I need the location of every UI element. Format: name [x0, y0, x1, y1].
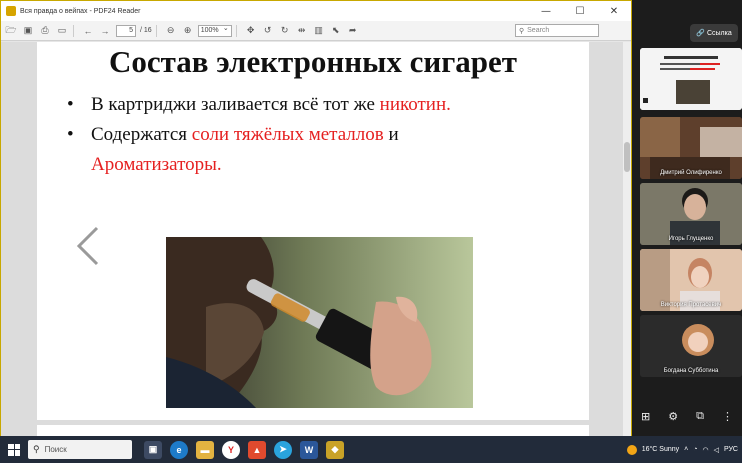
link-icon: 🔗 — [696, 30, 707, 37]
word-icon[interactable]: W — [300, 440, 318, 459]
share-icon[interactable]: ➦ — [346, 24, 360, 38]
minimize-button[interactable]: — — [529, 1, 563, 21]
back-arrow-icon[interactable]: ← — [81, 24, 95, 38]
previous-page-arrow-icon[interactable] — [75, 226, 101, 266]
move-tool-icon[interactable]: ✥ — [244, 24, 258, 38]
zoom-out-icon[interactable]: ⊖ — [164, 24, 178, 38]
bullet-2-continuation: Ароматизаторы. — [91, 154, 222, 175]
rotate-left-icon[interactable]: ↺ — [261, 24, 275, 38]
window-controls: — ☐ ✕ — [529, 1, 631, 21]
weather-text[interactable]: 16°C Sunny — [642, 446, 679, 453]
layout-icon[interactable]: ▥ — [312, 24, 326, 38]
title-bar: Вся правда о вейпах - PDF24 Reader — ☐ ✕ — [1, 1, 631, 21]
zoom-select[interactable]: 100% — [197, 24, 232, 37]
page-total: / 16 — [140, 27, 152, 34]
toolbar-divider — [155, 24, 157, 37]
edge-browser-icon[interactable]: e — [170, 440, 188, 459]
participant-name: Виктория Протасевич — [660, 302, 722, 308]
bullet-2-text: Содержатся — [91, 124, 192, 145]
participant-tile[interactable]: Богдана Субботина — [640, 315, 742, 377]
participant-tile[interactable]: Виктория Протасевич — [640, 249, 742, 311]
pdf-page: Состав электронных сигарет • В картриджи… — [37, 42, 589, 420]
pdf24-app-icon — [6, 6, 16, 16]
bullet-text: Содержатся соли тяжёлых металлов и — [91, 120, 399, 150]
settings-gear-icon[interactable]: ⚙ — [668, 410, 678, 423]
participant-name: Богдана Субботина — [663, 368, 719, 374]
select-tool-icon[interactable]: ⬉ — [329, 24, 343, 38]
panel-controls: ⊞ ⚙ ⧉ ⋮ — [632, 404, 742, 428]
bullet-text: В картриджи заливается всё тот же никоти… — [91, 90, 451, 120]
pdf-toolbar: 🗁 ▣ ⎙ ▭ ← → 5 / 16 ⊖ ⊕ 100% ✥ ↺ ↻ ⇹ ▥ ⬉ … — [1, 21, 631, 41]
vaping-photo — [166, 237, 473, 408]
taskbar-search-label: Поиск — [44, 445, 67, 454]
bullet-1-text: В картриджи заливается всё тот же — [91, 94, 380, 115]
pdf-reader-window: Вся правда о вейпах - PDF24 Reader — ☐ ✕… — [0, 0, 632, 437]
conference-panel: 🔗 Ссылка Дмитрий Олифиренко Игорь Глущен… — [632, 0, 742, 436]
sidebar-toggle-icon[interactable]: ▭ — [55, 24, 69, 38]
grid-view-icon[interactable]: ⊞ — [641, 410, 650, 423]
participant-name: Игорь Глущенко — [668, 236, 714, 242]
more-options-icon[interactable]: ⋮ — [722, 410, 733, 423]
network-icon[interactable]: ◔ — [693, 446, 697, 453]
wifi-icon[interactable]: ◠ — [702, 446, 708, 454]
rotate-right-icon[interactable]: ↻ — [278, 24, 292, 38]
bullet-item: • Содержатся соли тяжёлых металлов и — [67, 120, 577, 150]
participant-tile[interactable]: Дмитрий Олифиренко — [640, 117, 742, 179]
taskbar-search[interactable]: ⚲ Поиск — [28, 440, 132, 459]
app-badge-icon[interactable]: ▲ — [248, 440, 266, 459]
windows-start-icon[interactable] — [8, 443, 20, 456]
search-icon: ⚲ — [519, 27, 525, 35]
toolbar-divider — [235, 24, 237, 37]
print-icon[interactable]: ⎙ — [38, 24, 52, 38]
task-view-icon[interactable]: ▣ — [144, 440, 162, 459]
bullet-dot: • — [67, 94, 74, 115]
participant-name: Дмитрий Олифиренко — [660, 170, 722, 176]
search-field[interactable]: ⚲ Search — [515, 24, 599, 37]
taskbar-apps: ▣ e ▬ Y ▲ ➤ W ◆ — [140, 440, 348, 459]
yandex-browser-icon[interactable]: Y — [222, 440, 240, 459]
copy-link-label: Ссылка — [706, 29, 732, 37]
bullet-1-highlight: никотин. — [379, 94, 451, 115]
open-folder-icon[interactable]: 🗁 — [4, 24, 18, 38]
forward-arrow-icon[interactable]: → — [98, 24, 112, 38]
windows-taskbar: ⚲ Поиск ▣ e ▬ Y ▲ ➤ W ◆ 16°C Sunny ˄ ◔ ◠… — [0, 436, 742, 463]
window-title: Вся правда о вейпах - PDF24 Reader — [20, 7, 141, 15]
search-icon: ⚲ — [33, 444, 40, 454]
weather-sun-icon — [626, 444, 637, 455]
maximize-button[interactable]: ☐ — [563, 1, 597, 21]
close-button[interactable]: ✕ — [597, 1, 631, 21]
vertical-scrollbar[interactable] — [623, 42, 631, 437]
telegram-icon[interactable]: ➤ — [274, 440, 292, 459]
document-area: Состав электронных сигарет • В картриджи… — [1, 42, 631, 437]
shared-screen-thumbnail[interactable] — [640, 48, 742, 110]
bullet-dot: • — [67, 124, 74, 145]
file-explorer-icon[interactable]: ▬ — [196, 440, 214, 459]
participant-tile[interactable]: Игорь Глущенко — [640, 183, 742, 245]
fit-width-icon[interactable]: ⇹ — [295, 24, 309, 38]
bullet-list: • В картриджи заливается всё тот же нико… — [67, 90, 577, 180]
pdf24-taskbar-icon[interactable]: ◆ — [326, 440, 344, 459]
page-number-input[interactable]: 5 — [116, 24, 136, 37]
system-tray: 16°C Sunny ˄ ◔ ◠ ◁ РУС — [622, 436, 738, 463]
copy-link-button[interactable]: 🔗 Ссылка — [690, 24, 738, 42]
zoom-in-icon[interactable]: ⊕ — [181, 24, 195, 38]
tray-arrow-icon[interactable]: ˄ — [684, 446, 688, 453]
slide-title: Состав электронных сигарет — [108, 44, 518, 79]
language-indicator[interactable]: РУС — [724, 446, 738, 453]
toolbar-divider — [73, 24, 74, 37]
bullet-2-highlight: соли тяжёлых металлов — [191, 124, 384, 145]
screen-share-icon[interactable]: ⧉ — [696, 409, 704, 423]
search-placeholder: Search — [527, 27, 550, 34]
scrollbar-thumb[interactable] — [624, 142, 630, 172]
save-icon[interactable]: ▣ — [21, 24, 35, 38]
volume-icon[interactable]: ◁ — [714, 446, 719, 454]
bullet-item: • В картриджи заливается всё тот же нико… — [67, 90, 577, 120]
bullet-2-tail: и — [383, 124, 399, 145]
